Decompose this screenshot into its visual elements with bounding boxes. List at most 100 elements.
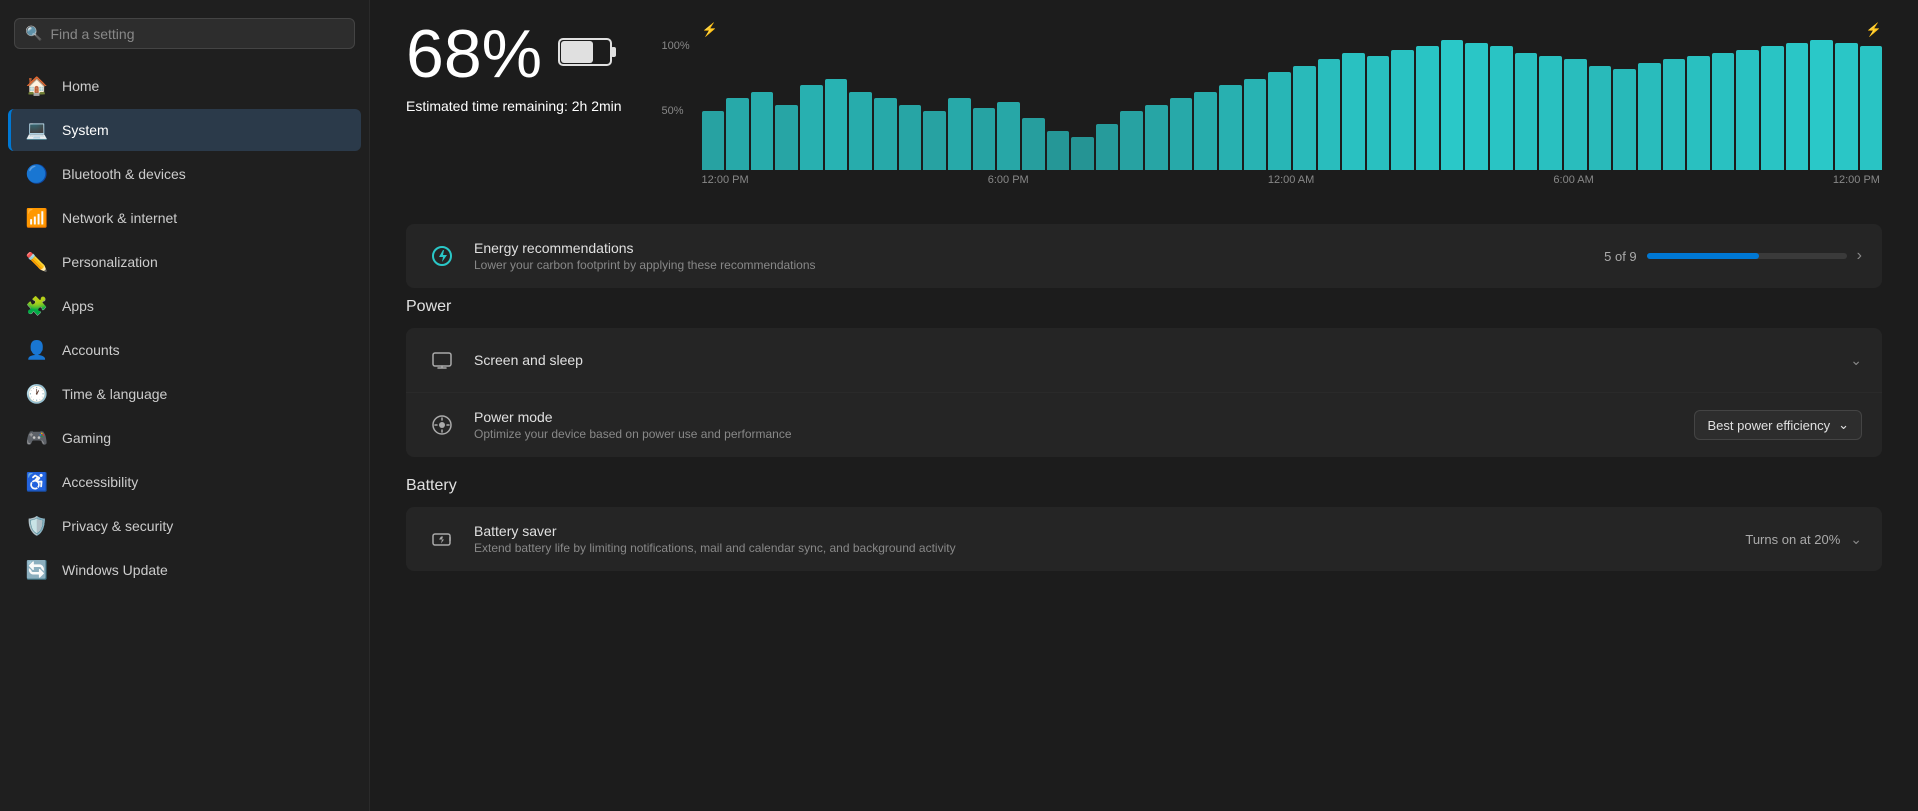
chart-bar (1219, 85, 1242, 170)
chart-y-100: 100% (662, 40, 690, 52)
chart-bar (1589, 66, 1612, 170)
battery-saver-status: Turns on at 20% (1745, 532, 1840, 547)
energy-right: 5 of 9 › (1604, 247, 1862, 265)
chart-bar (1071, 137, 1094, 170)
power-card: Screen and sleep ⌄ Power mode Optimize y… (406, 328, 1882, 457)
chart-bar (1244, 79, 1267, 170)
nav-icon-bluetooth: 🔵 (26, 163, 48, 185)
battery-section-title: Battery (406, 477, 1882, 495)
power-mode-row[interactable]: Power mode Optimize your device based on… (406, 393, 1882, 457)
nav-label-gaming: Gaming (62, 430, 111, 446)
chart-bar (726, 98, 749, 170)
main-content: 68% Estimated time remaining: 2h 2min (370, 0, 1918, 811)
battery-saver-title: Battery saver (474, 523, 1729, 539)
nav-icon-personalization: ✏️ (26, 251, 48, 273)
battery-saver-text: Battery saver Extend battery life by lim… (474, 523, 1729, 555)
energy-recommendations-row[interactable]: Energy recommendations Lower your carbon… (406, 224, 1882, 288)
energy-subtitle: Lower your carbon footprint by applying … (474, 258, 1588, 272)
screen-sleep-title: Screen and sleep (474, 352, 1834, 368)
chart-x-4: 6:00 AM (1553, 174, 1593, 186)
sidebar-item-gaming[interactable]: 🎮 Gaming (8, 417, 361, 459)
chart-bar (948, 98, 971, 170)
battery-saver-subtitle: Extend battery life by limiting notifica… (474, 541, 1729, 555)
power-mode-title: Power mode (474, 409, 1678, 425)
chart-bar (1293, 66, 1316, 170)
charging-icon-left: ⚡ (702, 22, 718, 38)
battery-card: Battery saver Extend battery life by lim… (406, 507, 1882, 571)
chart-bar (1490, 46, 1513, 170)
nav-label-system: System (62, 122, 109, 138)
chart-bar (973, 108, 996, 170)
chart-bar (1515, 53, 1538, 170)
nav-label-bluetooth: Bluetooth & devices (62, 166, 186, 182)
chart-bar (1736, 50, 1759, 170)
chart-bar (1786, 43, 1809, 170)
chart-bar (1096, 124, 1119, 170)
energy-recommendations-card: Energy recommendations Lower your carbon… (406, 224, 1882, 288)
battery-header: 68% Estimated time remaining: 2h 2min (406, 20, 1882, 200)
nav-label-update: Windows Update (62, 562, 168, 578)
sidebar-item-accounts[interactable]: 👤 Accounts (8, 329, 361, 371)
power-mode-subtitle: Optimize your device based on power use … (474, 427, 1678, 441)
chart-bar (1342, 53, 1365, 170)
chart-bar (1367, 56, 1390, 170)
screen-sleep-icon (426, 344, 458, 376)
sidebar-item-personalization[interactable]: ✏️ Personalization (8, 241, 361, 283)
nav-label-personalization: Personalization (62, 254, 158, 270)
nav-items: 🏠 Home 💻 System 🔵 Bluetooth & devices 📶 … (0, 63, 369, 593)
chart-bar (997, 102, 1020, 170)
screen-sleep-text: Screen and sleep (474, 352, 1834, 368)
battery-saver-right: Turns on at 20% ⌄ (1745, 531, 1862, 548)
chart-x-2: 6:00 PM (988, 174, 1029, 186)
chart-container: ⚡ ⚡ 100% 50% 12:00 PM 6:00 PM 12:00 AM 6… (662, 40, 1882, 200)
chart-bar (1268, 72, 1291, 170)
chart-bar (1416, 46, 1439, 170)
chart-bar (1145, 105, 1168, 170)
energy-progress-fill (1647, 253, 1759, 259)
battery-percentage: 68% (406, 20, 542, 88)
battery-icon (558, 27, 618, 82)
battery-saver-row[interactable]: Battery saver Extend battery life by lim… (406, 507, 1882, 571)
sidebar-item-apps[interactable]: 🧩 Apps (8, 285, 361, 327)
search-input[interactable] (50, 26, 344, 42)
sidebar: 🔍 🏠 Home 💻 System 🔵 Bluetooth & devices … (0, 0, 370, 811)
nav-label-time: Time & language (62, 386, 167, 402)
chart-bar (1860, 46, 1883, 170)
sidebar-item-system[interactable]: 💻 System (8, 109, 361, 151)
chart-bar (1318, 59, 1341, 170)
chart-bar (1391, 50, 1414, 170)
nav-icon-system: 💻 (26, 119, 48, 141)
charging-icon-right: ⚡ (1866, 22, 1882, 38)
nav-icon-gaming: 🎮 (26, 427, 48, 449)
sidebar-item-update[interactable]: 🔄 Windows Update (8, 549, 361, 591)
power-mode-value: Best power efficiency (1707, 418, 1830, 433)
chart-bar (1170, 98, 1193, 170)
search-bar[interactable]: 🔍 (14, 18, 355, 49)
chart-x-labels: 12:00 PM 6:00 PM 12:00 AM 6:00 AM 12:00 … (702, 174, 1882, 186)
power-mode-dropdown[interactable]: Best power efficiency ⌄ (1694, 410, 1862, 440)
sidebar-item-accessibility[interactable]: ♿ Accessibility (8, 461, 361, 503)
chart-bar (1441, 40, 1464, 170)
chart-bar (874, 98, 897, 170)
nav-label-network: Network & internet (62, 210, 177, 226)
screen-sleep-row[interactable]: Screen and sleep ⌄ (406, 328, 1882, 393)
chart-bar (899, 105, 922, 170)
nav-label-privacy: Privacy & security (62, 518, 173, 534)
sidebar-item-network[interactable]: 📶 Network & internet (8, 197, 361, 239)
nav-icon-home: 🏠 (26, 75, 48, 97)
chart-bar (923, 111, 946, 170)
sidebar-item-home[interactable]: 🏠 Home (8, 65, 361, 107)
chart-bar (1194, 92, 1217, 170)
nav-icon-privacy: 🛡️ (26, 515, 48, 537)
chart-x-3: 12:00 AM (1268, 174, 1314, 186)
energy-text: Energy recommendations Lower your carbon… (474, 240, 1588, 272)
battery-percent-row: 68% (406, 20, 622, 88)
chart-bar (1712, 53, 1735, 170)
chart-bar (1022, 118, 1045, 170)
chart-bar (1564, 59, 1587, 170)
nav-icon-network: 📶 (26, 207, 48, 229)
sidebar-item-bluetooth[interactable]: 🔵 Bluetooth & devices (8, 153, 361, 195)
battery-chart: ⚡ ⚡ 100% 50% 12:00 PM 6:00 PM 12:00 AM 6… (662, 20, 1882, 200)
sidebar-item-privacy[interactable]: 🛡️ Privacy & security (8, 505, 361, 547)
sidebar-item-time[interactable]: 🕐 Time & language (8, 373, 361, 415)
